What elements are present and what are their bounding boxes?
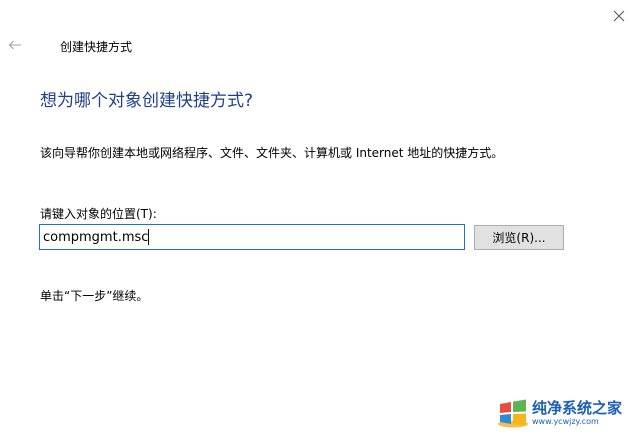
close-button[interactable] bbox=[598, 0, 640, 32]
back-button[interactable] bbox=[4, 34, 26, 56]
next-hint: 单击“下一步”继续。 bbox=[40, 289, 149, 303]
browse-button[interactable]: 浏览(R)... bbox=[474, 225, 564, 250]
watermark-name: 纯净系统之家 bbox=[532, 398, 623, 417]
location-label: 请键入对象的位置(T): bbox=[40, 207, 157, 221]
location-input[interactable]: compmgmt.msc bbox=[39, 224, 465, 250]
site-watermark: 纯净系统之家 www.ycwjzy.com bbox=[496, 396, 634, 430]
page-heading: 想为哪个对象创建快捷方式? bbox=[40, 91, 254, 111]
location-input-value: compmgmt.msc bbox=[43, 229, 149, 245]
back-arrow-icon bbox=[8, 40, 21, 50]
wizard-description: 该向导帮你创建本地或网络程序、文件、文件夹、计算机或 Internet 地址的快… bbox=[40, 146, 504, 160]
text-caret bbox=[148, 229, 150, 245]
window-title: 创建快捷方式 bbox=[60, 40, 133, 54]
windows-logo-icon bbox=[498, 399, 528, 428]
create-shortcut-dialog: 创建快捷方式 想为哪个对象创建快捷方式? 该向导帮你创建本地或网络程序、文件、文… bbox=[0, 0, 640, 434]
watermark-url: www.ycwjzy.com bbox=[532, 416, 599, 426]
close-icon bbox=[613, 10, 625, 22]
